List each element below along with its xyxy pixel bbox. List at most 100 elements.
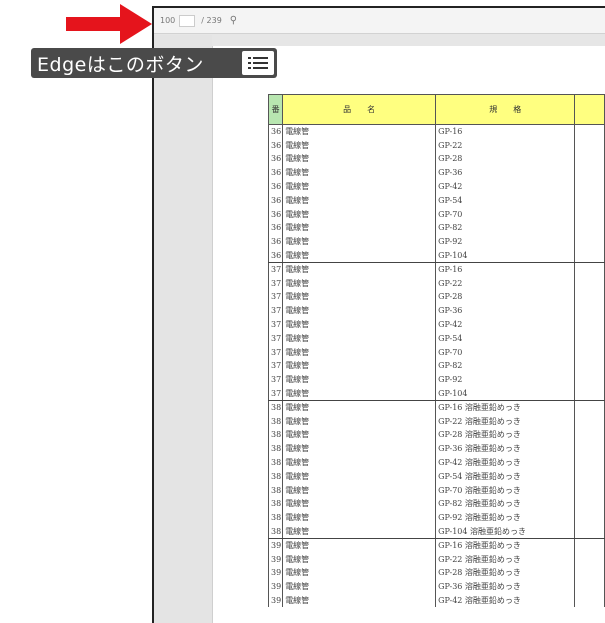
row-extra [574,386,605,401]
row-extra [574,428,605,442]
table-row: 39 電線管 GP-16 溶融亜鉛めっき [267,538,605,553]
row-name: 電線管 [282,262,437,277]
row-number: 38 [267,483,284,498]
table-row: 36 電線管 GP-36 [267,165,605,180]
row-extra [574,359,605,373]
row-spec: GP-70 [435,345,576,360]
row-extra [574,207,605,222]
edge-tooltip-label: Edgeはこのボタン [31,48,277,78]
table-row: 38 電線管 GP-54 溶融亜鉛めっき [267,469,605,484]
table-row: 36 電線管 GP-92 [267,234,605,249]
red-arrow-icon [66,4,152,44]
row-number: 39 [267,566,284,580]
table-row: 36 電線管 GP-42 [267,179,605,194]
table-row: 37 電線管 GP-54 [267,331,605,346]
row-name: 電線管 [282,566,437,580]
row-number: 36 [267,179,284,194]
row-spec: GP-42 溶融亜鉛めっき [435,455,576,470]
row-spec: GP-36 [435,303,576,318]
table-row: 36 電線管 GP-70 [267,207,605,222]
row-name: 電線管 [282,124,437,139]
row-number: 38 [267,441,284,456]
table-row: 38 電線管 GP-104 溶融亜鉛めっき [267,524,605,539]
row-name: 電線管 [282,455,437,470]
row-number: 37 [267,290,284,304]
row-name: 電線管 [282,207,437,222]
row-spec: GP-22 [435,276,576,291]
row-spec: GP-22 [435,138,576,153]
table-row: 37 電線管 GP-70 [267,345,605,360]
row-name: 電線管 [282,497,437,511]
table-row: 37 電線管 GP-104 [267,386,605,401]
row-extra [574,221,605,235]
row-number: 36 [267,152,284,166]
row-spec: GP-28 [435,290,576,304]
row-extra [574,552,605,566]
row-spec: GP-28 溶融亜鉛めっき [435,428,576,442]
table-row: 37 電線管 GP-42 [267,317,605,332]
row-number: 37 [267,359,284,373]
table-row: 36 電線管 GP-28 [267,152,605,166]
row-extra [574,593,605,608]
viewer-toolbar: 100 / 239 ⚲ [154,8,605,34]
row-spec: GP-42 [435,179,576,194]
thumbnail-sidebar [154,35,212,623]
row-extra [574,497,605,511]
search-icon[interactable]: ⚲ [230,15,237,26]
row-name: 電線管 [282,138,437,153]
table-row: 38 電線管 GP-70 溶融亜鉛めっき [267,483,605,498]
row-name: 電線管 [282,386,437,401]
table-row: 38 電線管 GP-92 溶融亜鉛めっき [267,510,605,525]
table-row: 37 電線管 GP-92 [267,372,605,387]
page-number-input[interactable] [179,14,196,27]
row-number: 36 [267,248,284,263]
row-extra [574,290,605,304]
table-row: 36 電線管 GP-104 [267,248,605,263]
row-spec: GP-16 溶融亜鉛めっき [435,400,576,415]
row-number: 37 [267,276,284,291]
row-name: 電線管 [282,276,437,291]
row-name: 電線管 [282,579,437,594]
zoom-level[interactable]: 100 [160,16,175,25]
row-number: 39 [267,538,284,553]
row-spec: GP-22 溶融亜鉛めっき [435,552,576,566]
list-menu-icon[interactable] [242,51,274,75]
row-spec: GP-16 [435,124,576,139]
row-spec: GP-16 溶融亜鉛めっき [435,538,576,553]
row-spec: GP-36 [435,165,576,180]
row-spec: GP-54 溶融亜鉛めっき [435,469,576,484]
table-row: 38 電線管 GP-36 溶融亜鉛めっき [267,441,605,456]
row-name: 電線管 [282,428,437,442]
row-number: 36 [267,207,284,222]
row-spec: GP-42 [435,317,576,332]
row-spec: GP-42 溶融亜鉛めっき [435,593,576,608]
row-extra [574,331,605,346]
row-extra [574,455,605,470]
row-spec: GP-82 [435,221,576,235]
header-number: 番 [267,94,284,125]
row-number: 37 [267,303,284,318]
row-extra [574,400,605,415]
row-number: 39 [267,579,284,594]
row-name: 電線管 [282,345,437,360]
table-row: 37 電線管 GP-22 [267,276,605,291]
row-spec: GP-82 [435,359,576,373]
row-number: 36 [267,124,284,139]
row-number: 37 [267,262,284,277]
row-extra [574,193,605,208]
row-spec: GP-28 [435,152,576,166]
row-extra [574,524,605,539]
row-extra [574,234,605,249]
row-spec: GP-16 [435,262,576,277]
row-name: 電線管 [282,303,437,318]
row-spec: GP-28 溶融亜鉛めっき [435,566,576,580]
row-number: 37 [267,331,284,346]
row-number: 37 [267,372,284,387]
page-count: / 239 [201,16,222,25]
table-row: 37 電線管 GP-28 [267,290,605,304]
row-extra [574,345,605,360]
row-number: 38 [267,497,284,511]
row-extra [574,510,605,525]
row-name: 電線管 [282,221,437,235]
row-spec: GP-82 溶融亜鉛めっき [435,497,576,511]
